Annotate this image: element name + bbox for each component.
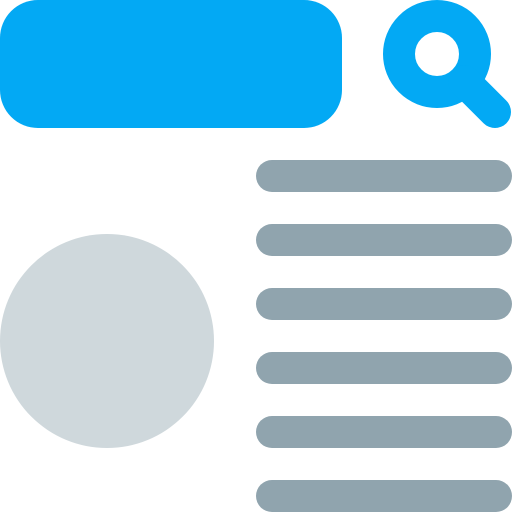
image-placeholder	[0, 234, 214, 448]
text-line	[256, 160, 512, 192]
search-results-illustration	[0, 0, 512, 512]
text-lines	[256, 160, 512, 512]
search-icon[interactable]	[383, 0, 512, 129]
search-bar[interactable]	[0, 0, 342, 128]
text-line	[256, 480, 512, 512]
text-line	[256, 352, 512, 384]
text-line	[256, 416, 512, 448]
search-icon-handle	[448, 65, 511, 128]
text-line	[256, 288, 512, 320]
text-line	[256, 224, 512, 256]
